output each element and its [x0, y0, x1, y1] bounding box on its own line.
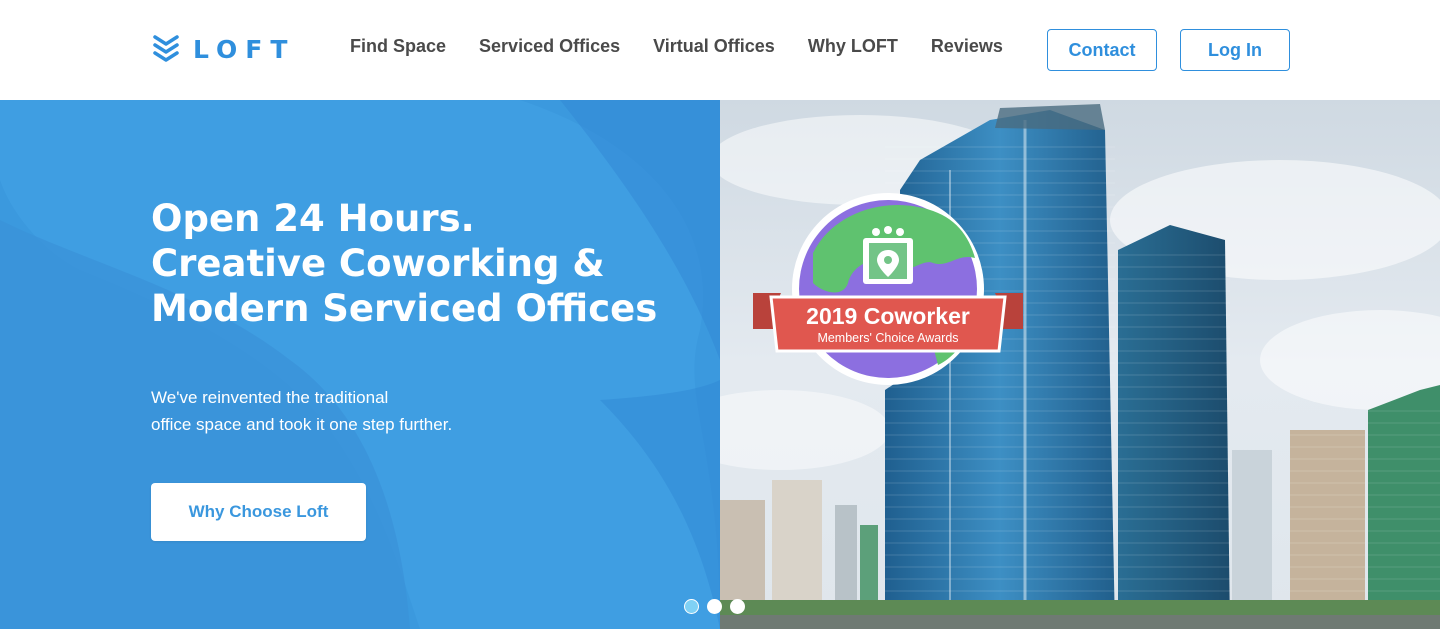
nav-find-space[interactable]: Find Space [350, 36, 446, 57]
carousel-dot-1[interactable] [684, 599, 699, 614]
carousel-dot-3[interactable] [730, 599, 745, 614]
brand-name: LOFT [193, 34, 296, 64]
contact-button[interactable]: Contact [1047, 29, 1157, 71]
hero-subtitle-line: We've reinvented the traditional [151, 388, 389, 407]
hero-section: Open 24 Hours. Creative Coworking & Mode… [0, 100, 1440, 629]
award-title: 2019 Coworker [806, 303, 970, 329]
nav-virtual-offices[interactable]: Virtual Offices [653, 36, 775, 57]
why-choose-loft-button[interactable]: Why Choose Loft [151, 483, 366, 541]
hero-title-line: Creative Coworking & [151, 242, 605, 285]
hero-title-line: Modern Serviced Offices [151, 287, 658, 330]
brand-logo[interactable]: LOFT [153, 33, 295, 65]
award-subtitle: Members' Choice Awards [817, 331, 959, 345]
hero-title-line: Open 24 Hours. [151, 197, 475, 240]
award-badge: 2019 Coworker Members' Choice Awards [753, 193, 1023, 385]
hero-text-panel: Open 24 Hours. Creative Coworking & Mode… [0, 100, 720, 629]
nav-why-loft[interactable]: Why LOFT [808, 36, 898, 57]
carousel-dot-2[interactable] [707, 599, 722, 614]
carousel-dots [684, 599, 745, 614]
chevron-stack-icon [153, 35, 179, 62]
award-badge-graphic [753, 193, 1023, 385]
main-nav: Find Space Serviced Offices Virtual Offi… [350, 36, 1036, 57]
nav-serviced-offices[interactable]: Serviced Offices [479, 36, 620, 57]
hero-title: Open 24 Hours. Creative Coworking & Mode… [151, 196, 691, 331]
login-button[interactable]: Log In [1180, 29, 1290, 71]
hero-subtitle: We've reinvented the traditional office … [151, 384, 571, 438]
nav-reviews[interactable]: Reviews [931, 36, 1003, 57]
site-header: LOFT Find Space Serviced Offices Virtual… [0, 0, 1440, 100]
hero-subtitle-line: office space and took it one step furthe… [151, 415, 453, 434]
hero-background-shape [0, 100, 720, 629]
